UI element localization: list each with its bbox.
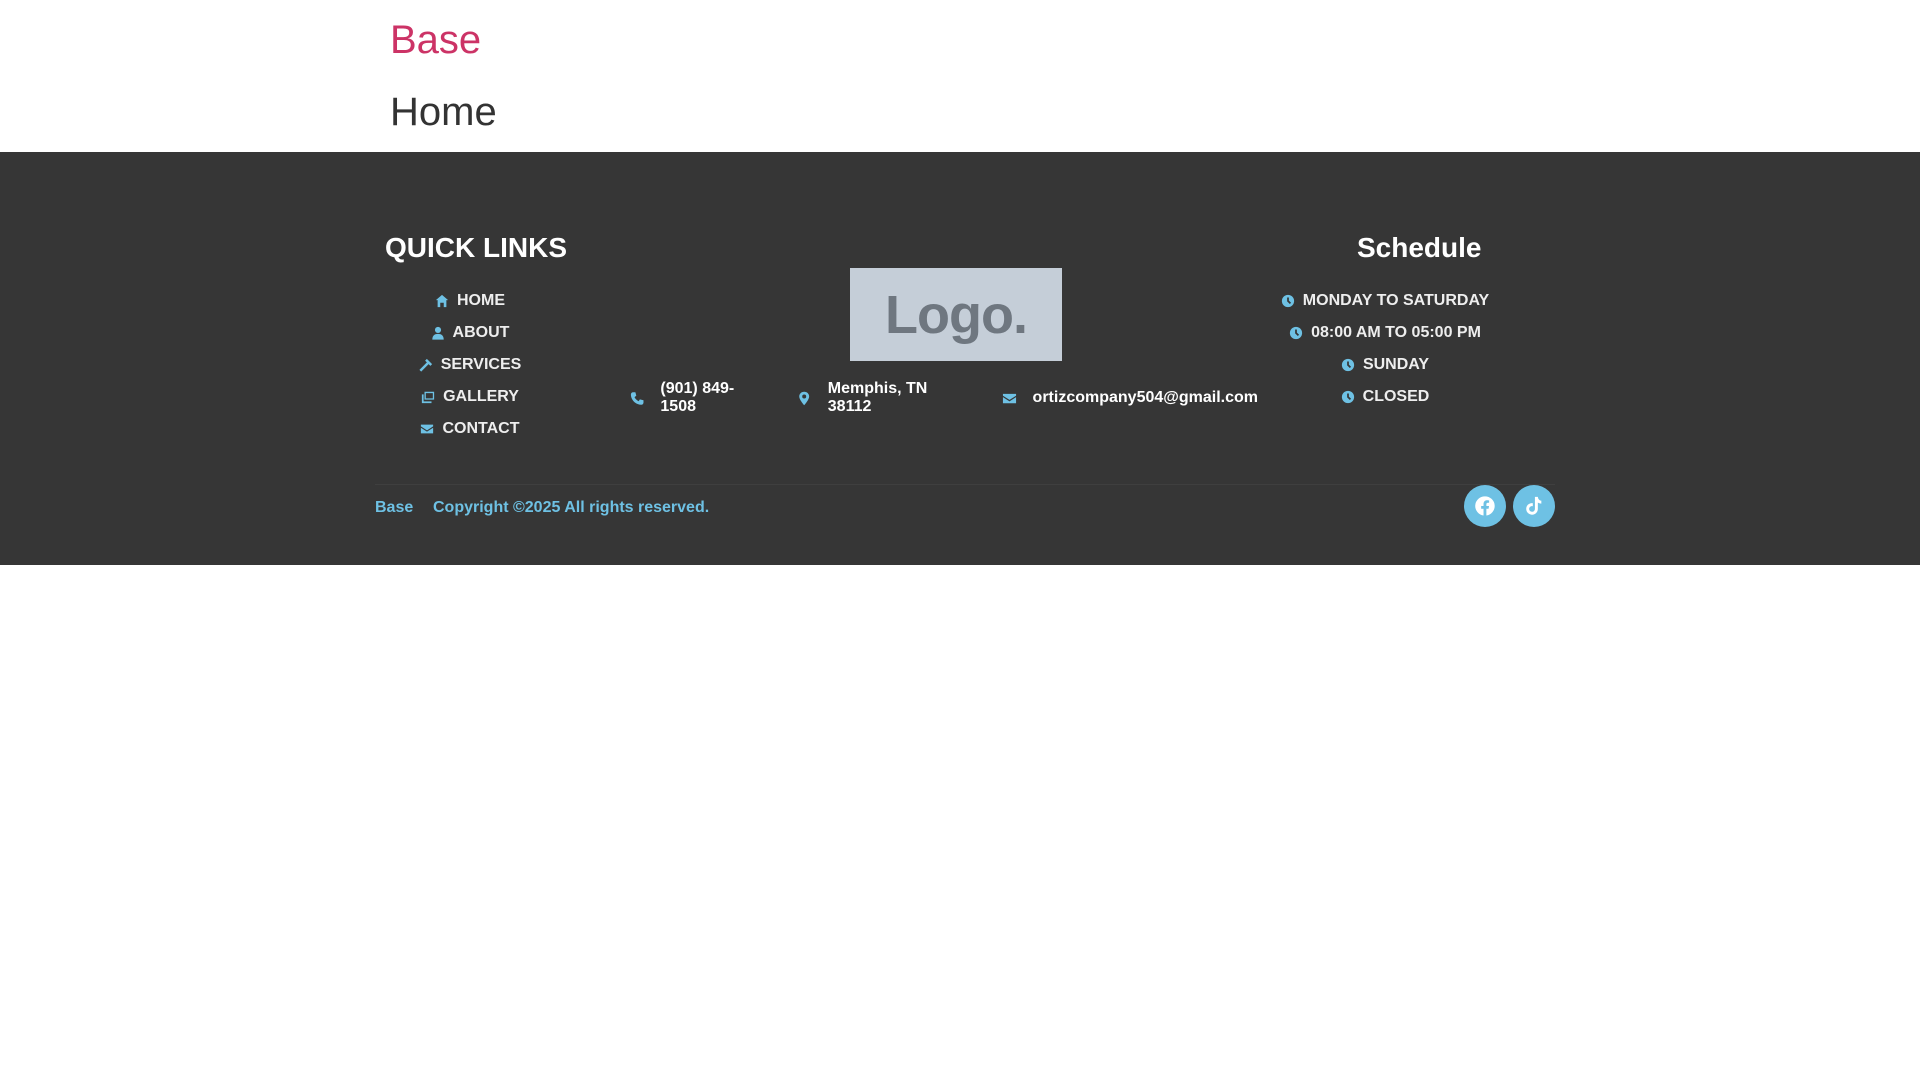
footer-logo: Logo.: [850, 268, 1062, 361]
phone-icon: [630, 391, 644, 405]
home-icon: [435, 294, 449, 308]
footer-brand-link[interactable]: Base: [375, 497, 413, 519]
footer-divider: [375, 484, 1555, 485]
email-text: ortizcompany504@gmail.com: [1032, 389, 1258, 406]
schedule-label: SUNDAY: [1362, 356, 1430, 373]
phone-number: (901) 849-1508: [660, 380, 735, 415]
facebook-icon: [1475, 496, 1495, 516]
contact-address: Memphis, TN 38112: [797, 380, 969, 416]
clock-icon: [1341, 358, 1355, 372]
facebook-button[interactable]: [1464, 485, 1506, 527]
hammer-icon: [419, 358, 432, 372]
quick-link-services[interactable]: SERVICES: [370, 349, 570, 381]
tiktok-button[interactable]: [1513, 485, 1555, 527]
clock-icon: [1281, 294, 1294, 308]
envelope-icon: [1002, 393, 1016, 403]
copyright-text: Copyright ©2025 All rights reserved.: [433, 499, 710, 516]
site-footer: QUICK LINKS HOME ABOUT SERVICES GALLERY …: [0, 152, 1920, 565]
clock-icon: [1341, 390, 1354, 404]
quick-link-label: GALLERY: [443, 388, 519, 405]
schedule-label: CLOSED: [1362, 388, 1430, 405]
address-text: Memphis, TN 38112: [827, 380, 928, 415]
schedule-label: 08:00 AM TO 05:00 PM: [1311, 324, 1481, 341]
page-title: Home: [390, 90, 497, 134]
quick-link-label: SERVICES: [440, 356, 522, 373]
site-header: Base Home: [0, 0, 1920, 152]
schedule-item: CLOSED: [1270, 381, 1500, 413]
schedule-item: 08:00 AM TO 05:00 PM: [1270, 317, 1500, 349]
quick-link-label: HOME: [457, 292, 505, 309]
schedule-item: MONDAY TO SATURDAY: [1270, 285, 1500, 317]
quick-links-list: HOME ABOUT SERVICES GALLERY CONTACT: [370, 285, 570, 445]
contact-phone[interactable]: (901) 849-1508: [630, 380, 765, 416]
schedule-label: MONDAY TO SATURDAY: [1302, 292, 1490, 309]
quick-link-home[interactable]: HOME: [370, 285, 570, 317]
envelope-icon: [421, 424, 434, 434]
map-marker-icon: [799, 391, 810, 405]
quick-links-title: QUICK LINKS: [385, 232, 567, 263]
user-icon: [431, 326, 444, 340]
tiktok-icon: [1526, 496, 1542, 515]
contact-email[interactable]: ortizcompany504@gmail.com: [1002, 389, 1258, 407]
quick-link-gallery[interactable]: GALLERY: [370, 381, 570, 413]
quick-link-about[interactable]: ABOUT: [370, 317, 570, 349]
quick-link-contact[interactable]: CONTACT: [370, 413, 570, 445]
schedule-title: Schedule: [1357, 232, 1482, 263]
quick-link-label: CONTACT: [442, 420, 520, 437]
contact-info: (901) 849-1508 Memphis, TN 38112 ortizco…: [630, 380, 1290, 415]
clock-icon: [1289, 326, 1303, 340]
site-title-link[interactable]: Base: [390, 16, 481, 64]
schedule-item: SUNDAY: [1270, 349, 1500, 381]
images-icon: [421, 391, 435, 404]
schedule-list: MONDAY TO SATURDAY 08:00 AM TO 05:00 PM …: [1270, 285, 1500, 413]
quick-link-label: ABOUT: [452, 324, 510, 341]
logo-text: Logo.: [885, 284, 1028, 345]
